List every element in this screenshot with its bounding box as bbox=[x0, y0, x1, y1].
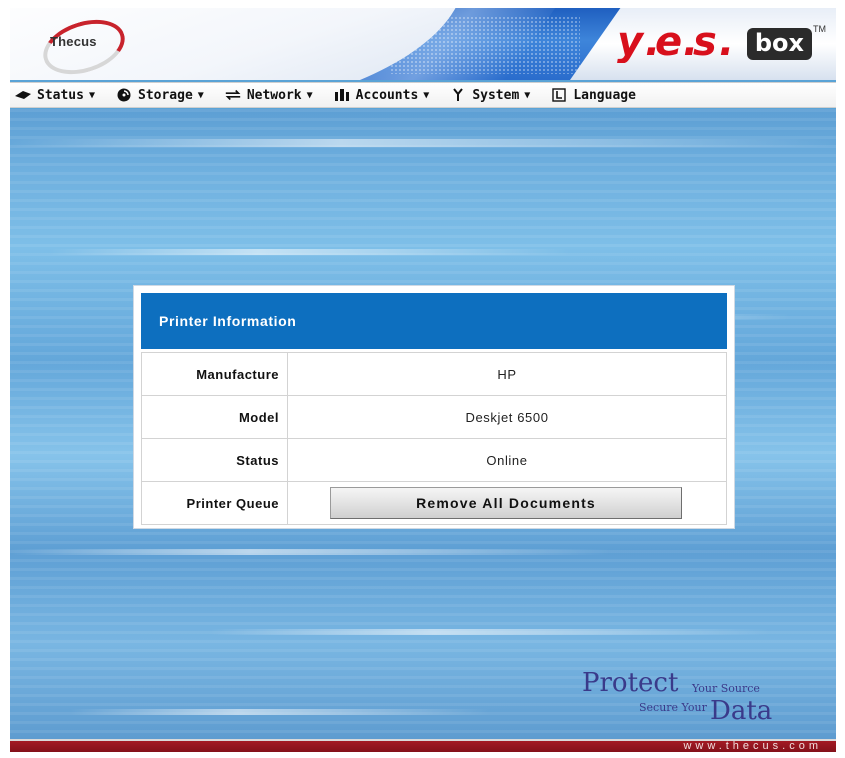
status-icon bbox=[14, 87, 32, 103]
svg-text:.: . bbox=[719, 19, 733, 63]
table-row: Model Deskjet 6500 bbox=[141, 395, 727, 439]
table-row: Printer Queue Remove All Documents bbox=[141, 481, 727, 525]
main-menu-bar: Status ▼ Storage ▼ Network ▼ Accounts ▼ bbox=[10, 82, 836, 108]
header-banner: Thecus y . e . s . box TM bbox=[10, 8, 836, 80]
slogan-data: Data bbox=[710, 696, 773, 726]
background-streak bbox=[210, 629, 770, 635]
menu-storage[interactable]: Storage ▼ bbox=[115, 87, 204, 103]
network-arrows-icon bbox=[224, 87, 242, 103]
manufacture-value: HP bbox=[287, 352, 727, 396]
svg-text:e: e bbox=[655, 19, 681, 63]
background-streak bbox=[10, 139, 836, 147]
box-logo-badge: box bbox=[746, 27, 812, 61]
table-row: Status Online bbox=[141, 438, 727, 482]
status-value: Online bbox=[287, 438, 727, 482]
background-streak bbox=[10, 549, 610, 555]
thecus-logo: Thecus bbox=[36, 10, 132, 80]
menu-storage-label: Storage bbox=[138, 87, 193, 103]
printer-information-panel: Printer Information Manufacture HP Model… bbox=[134, 286, 734, 528]
menu-network-label: Network bbox=[246, 87, 302, 103]
yes-logo-icon: y . e . s . bbox=[617, 19, 734, 65]
background-streak bbox=[70, 709, 490, 715]
printer-info-table: Manufacture HP Model Deskjet 6500 Status… bbox=[141, 352, 727, 525]
chevron-down-icon: ▼ bbox=[306, 89, 313, 101]
menu-system-label: System bbox=[472, 87, 520, 103]
storage-disc-icon bbox=[115, 87, 133, 103]
menu-accounts[interactable]: Accounts ▼ bbox=[333, 87, 430, 103]
panel-title: Printer Information bbox=[141, 293, 727, 349]
chevron-down-icon: ▼ bbox=[197, 89, 204, 101]
footer-bar: www.thecus.com bbox=[10, 739, 836, 752]
yesbox-logo: y . e . s . box TM bbox=[615, 18, 826, 70]
menu-accounts-label: Accounts bbox=[355, 87, 419, 103]
chevron-down-icon: ▼ bbox=[524, 89, 531, 101]
manufacture-label: Manufacture bbox=[141, 352, 288, 396]
model-label: Model bbox=[141, 395, 288, 439]
accounts-users-icon bbox=[333, 87, 351, 103]
thecus-logo-text: Thecus bbox=[50, 34, 97, 49]
menu-status[interactable]: Status ▼ bbox=[14, 87, 95, 103]
slogan-your-source: Your Source bbox=[692, 682, 760, 695]
slogan-secure-your: Secure Your bbox=[639, 701, 707, 714]
chevron-down-icon: ▼ bbox=[88, 89, 95, 101]
footer-url: www.thecus.com bbox=[683, 740, 822, 752]
system-tool-icon bbox=[449, 87, 467, 103]
app-frame: Thecus y . e . s . box TM Status ▼ Stora… bbox=[10, 8, 836, 752]
model-value: Deskjet 6500 bbox=[287, 395, 727, 439]
menu-system[interactable]: System ▼ bbox=[449, 87, 530, 103]
menu-language-label: Language bbox=[573, 87, 636, 103]
svg-text:s: s bbox=[693, 19, 716, 63]
chevron-down-icon: ▼ bbox=[423, 89, 430, 101]
language-icon bbox=[550, 87, 568, 103]
svg-text:y: y bbox=[617, 19, 645, 63]
background-streak bbox=[50, 249, 570, 255]
status-label: Status bbox=[141, 438, 288, 482]
menu-network[interactable]: Network ▼ bbox=[224, 87, 313, 103]
yes-logo-text: y . e . s . bbox=[615, 19, 743, 69]
trademark-mark: TM bbox=[813, 24, 826, 34]
protect-data-slogan: Protect Your Source Secure Your Data bbox=[582, 668, 822, 728]
printer-queue-cell: Remove All Documents bbox=[287, 481, 727, 525]
menu-status-label: Status bbox=[37, 87, 84, 103]
menu-language[interactable]: Language bbox=[550, 87, 636, 103]
slogan-protect: Protect bbox=[582, 668, 679, 698]
remove-all-documents-button[interactable]: Remove All Documents bbox=[330, 487, 682, 519]
printer-queue-label: Printer Queue bbox=[141, 481, 288, 525]
table-row: Manufacture HP bbox=[141, 352, 727, 396]
